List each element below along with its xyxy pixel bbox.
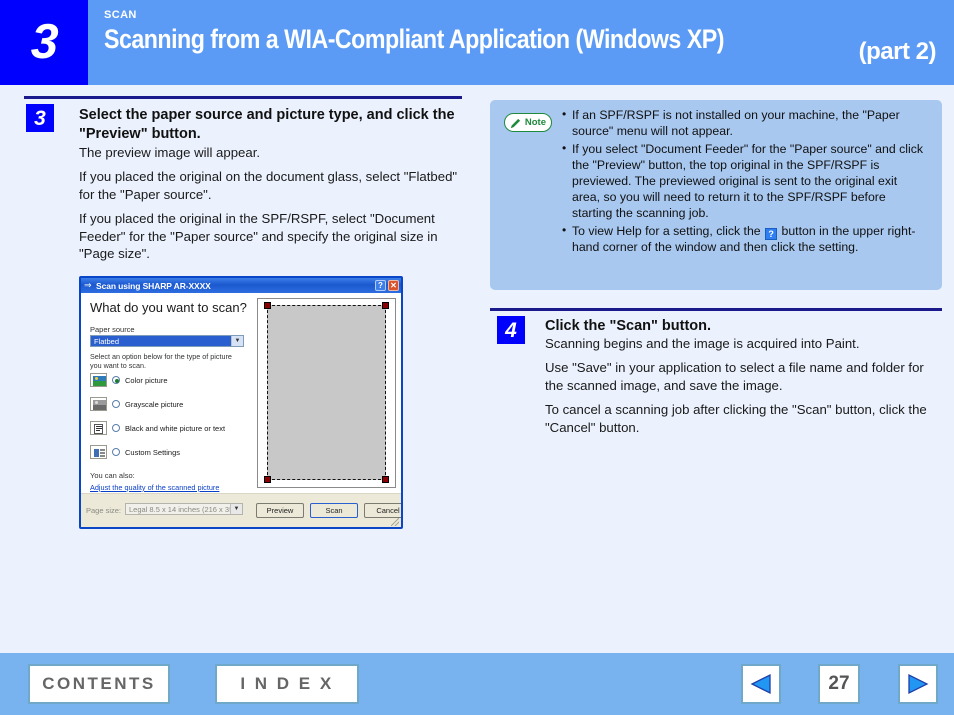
radio-bw-picture-or-text[interactable] [112, 424, 120, 432]
page-size-value: Legal 8.5 x 14 inches (216 x 356 [129, 504, 230, 514]
step-3-paragraph: The preview image will appear. [79, 145, 261, 160]
note-list: If an SPF/RSPF is not installed on your … [562, 107, 928, 258]
radio-color-picture[interactable] [112, 376, 120, 384]
option-label: Black and white picture or text [125, 423, 226, 433]
color-photo-icon [90, 373, 107, 387]
selection-handle[interactable] [264, 302, 271, 309]
note-box: Note If an SPF/RSPF is not installed on … [490, 100, 942, 290]
step-3-badge: 3 [26, 104, 54, 132]
cancel-button[interactable]: Cancel [364, 503, 401, 518]
step-4-paragraph: To cancel a scanning job after clicking … [545, 402, 927, 435]
next-arrow-icon [908, 673, 929, 695]
help-question-icon: ? [765, 227, 778, 240]
chapter-number-badge: 3 [0, 0, 88, 85]
page-size-select[interactable]: Legal 8.5 x 14 inches (216 x 356 ▼ [125, 503, 243, 515]
step-3-paragraph: If you placed the original on the docume… [79, 169, 458, 202]
dialog-left-pane: What do you want to scan? Paper source F… [81, 293, 253, 493]
preview-button[interactable]: Preview [256, 503, 304, 518]
chevron-down-icon[interactable]: ▼ [231, 336, 243, 346]
section-kicker: SCAN [104, 9, 137, 21]
note-help-before: To view Help for a setting, click the [572, 223, 761, 238]
paper-source-label: Paper source [90, 325, 135, 334]
page-header: 3 SCAN Scanning from a WIA-Compliant App… [0, 0, 954, 85]
note-item: If an SPF/RSPF is not installed on your … [562, 107, 928, 140]
option-row-color-picture[interactable]: Color picture [90, 373, 168, 387]
note-item: If you select "Document Feeder" for the … [562, 141, 928, 222]
paper-source-value: Flatbed [94, 336, 120, 346]
page-size-label: Page size: [86, 506, 122, 515]
note-badge: Note [504, 113, 552, 132]
dialog-client-area: What do you want to scan? Paper source F… [81, 293, 401, 527]
you-can-also-label: You can also: [90, 471, 135, 480]
adjust-quality-link[interactable]: Adjust the quality of the scanned pictur… [90, 483, 219, 492]
radio-custom-settings[interactable] [112, 448, 120, 456]
selection-handle[interactable] [382, 302, 389, 309]
preview-canvas[interactable] [257, 298, 396, 488]
prev-page-button[interactable] [741, 664, 781, 704]
resize-grip-icon[interactable] [391, 518, 399, 526]
note-item-help: To view Help for a setting, click the ? … [562, 223, 928, 256]
picture-type-instruction: Select an option below for the type of p… [90, 352, 232, 370]
chevron-down-icon[interactable]: ▼ [230, 504, 242, 514]
paper-source-select[interactable]: Flatbed ▼ [90, 335, 244, 347]
dialog-window-buttons: ? ✕ [375, 280, 399, 291]
step-3-rule [24, 96, 462, 99]
bw-text-icon [90, 421, 107, 435]
option-label: Color picture [125, 375, 168, 385]
option-row-custom-settings[interactable]: Custom Settings [90, 445, 180, 459]
scanner-icon: ⇒ [84, 280, 92, 290]
option-row-grayscale-picture[interactable]: Grayscale picture [90, 397, 183, 411]
step-3-paragraph: If you placed the original in the SPF/RS… [79, 211, 438, 262]
step-4-body: Scanning begins and the image is acquire… [545, 335, 937, 436]
radio-grayscale-picture[interactable] [112, 400, 120, 408]
dialog-heading: What do you want to scan? [90, 300, 247, 315]
option-label: Custom Settings [125, 447, 181, 457]
selection-handle[interactable] [382, 476, 389, 483]
dialog-title: Scan using SHARP AR-XXXX [96, 280, 211, 291]
selection-rectangle[interactable] [264, 302, 389, 483]
step-4-paragraph: Scanning begins and the image is acquire… [545, 336, 860, 351]
prev-arrow-icon [750, 673, 771, 695]
dialog-button-bar: Page size: Legal 8.5 x 14 inches (216 x … [81, 493, 401, 527]
step-4-rule [490, 308, 942, 311]
scanner-dialog-screenshot: ⇒ Scan using SHARP AR-XXXX ? ✕ What do y… [79, 276, 403, 529]
help-icon[interactable]: ? [375, 280, 386, 291]
custom-settings-icon [90, 445, 107, 459]
close-icon[interactable]: ✕ [388, 280, 399, 291]
step-3-body: The preview image will appear. If you pl… [79, 144, 461, 263]
step-4-paragraph: Use "Save" in your application to select… [545, 360, 924, 393]
step-3-title: Select the paper source and picture type… [79, 107, 455, 142]
pencil-icon [510, 118, 521, 129]
option-row-bw-picture-or-text[interactable]: Black and white picture or text [90, 421, 225, 435]
step-4-title: Click the "Scan" button. [545, 318, 712, 334]
scan-button[interactable]: Scan [310, 503, 358, 518]
step-4-badge: 4 [497, 316, 525, 344]
part-label: (part 2) [858, 38, 937, 65]
contents-button[interactable]: CONTENTS [28, 664, 170, 704]
next-page-button[interactable] [898, 664, 938, 704]
grayscale-photo-icon [90, 397, 107, 411]
step-3-number: 3 [34, 106, 46, 130]
selection-handle[interactable] [264, 476, 271, 483]
chapter-number: 3 [29, 15, 59, 69]
page-title: Scanning from a WIA-Compliant Applicatio… [104, 24, 724, 54]
note-badge-label: Note [524, 116, 546, 128]
page-number: 27 [818, 664, 860, 704]
dialog-title-bar: ⇒ Scan using SHARP AR-XXXX ? ✕ [81, 278, 401, 293]
page-footer: CONTENTS I N D E X 27 [0, 653, 954, 715]
option-label: Grayscale picture [125, 399, 184, 409]
step-4-number: 4 [505, 318, 517, 342]
index-button[interactable]: I N D E X [215, 664, 359, 704]
